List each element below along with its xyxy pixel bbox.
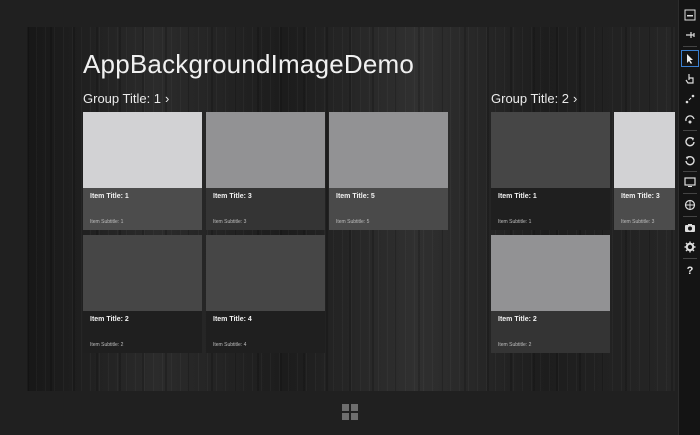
mouse-mode-icon[interactable] bbox=[681, 50, 699, 67]
item-image bbox=[83, 235, 202, 311]
screenshot-icon[interactable] bbox=[681, 219, 699, 236]
item-caption: Item Title: 2 Item Subtitle: 2 bbox=[83, 311, 202, 353]
app-screen: AppBackgroundImageDemo Group Title: 1 › G… bbox=[27, 27, 675, 391]
item-tile[interactable]: Item Title: 3 Item Subtitle: 3 bbox=[614, 112, 675, 230]
item-subtitle: Item Subtitle: 5 bbox=[336, 219, 370, 225]
pinch-zoom-icon[interactable] bbox=[681, 90, 699, 107]
minimize-icon[interactable] bbox=[681, 6, 699, 23]
item-tile[interactable]: Item Title: 1 Item Subtitle: 1 bbox=[491, 112, 610, 230]
rotate-counterclockwise-icon[interactable] bbox=[681, 151, 699, 168]
item-image bbox=[491, 112, 610, 188]
item-subtitle: Item Subtitle: 3 bbox=[213, 219, 247, 225]
help-icon[interactable]: ? bbox=[681, 262, 699, 279]
chevron-right-icon: › bbox=[165, 91, 170, 106]
item-title: Item Title: 1 bbox=[498, 193, 537, 200]
item-caption: Item Title: 2 Item Subtitle: 2 bbox=[491, 311, 610, 353]
item-image bbox=[206, 112, 325, 188]
item-title: Item Title: 2 bbox=[498, 316, 537, 323]
item-tile[interactable]: Item Title: 2 Item Subtitle: 2 bbox=[83, 235, 202, 353]
item-subtitle: Item Subtitle: 4 bbox=[213, 342, 247, 348]
item-image bbox=[491, 235, 610, 311]
item-title: Item Title: 1 bbox=[90, 193, 129, 200]
location-icon[interactable] bbox=[681, 196, 699, 213]
item-title: Item Title: 5 bbox=[336, 193, 375, 200]
simulator-device: AppBackgroundImageDemo Group Title: 1 › G… bbox=[0, 0, 700, 435]
item-title: Item Title: 4 bbox=[213, 316, 252, 323]
chevron-right-icon: › bbox=[573, 91, 578, 106]
windows-start-button[interactable] bbox=[342, 404, 358, 420]
item-tile[interactable]: Item Title: 3 Item Subtitle: 3 bbox=[206, 112, 325, 230]
group-header-2[interactable]: Group Title: 2 › bbox=[491, 91, 577, 106]
item-caption: Item Title: 1 Item Subtitle: 1 bbox=[83, 188, 202, 230]
pin-icon[interactable] bbox=[681, 26, 699, 43]
item-tile[interactable]: Item Title: 4 Item Subtitle: 4 bbox=[206, 235, 325, 353]
settings-icon[interactable] bbox=[681, 238, 699, 255]
simulator-toolbar: ? bbox=[678, 0, 700, 435]
page-title: AppBackgroundImageDemo bbox=[83, 49, 415, 79]
group-header-1[interactable]: Group Title: 1 › bbox=[83, 91, 169, 106]
touch-mode-icon[interactable] bbox=[681, 70, 699, 87]
item-title: Item Title: 2 bbox=[90, 316, 129, 323]
item-caption: Item Title: 3 Item Subtitle: 3 bbox=[614, 188, 675, 230]
resolution-icon[interactable] bbox=[681, 173, 699, 190]
item-caption: Item Title: 1 Item Subtitle: 1 bbox=[491, 188, 610, 230]
item-tile[interactable]: Item Title: 5 Item Subtitle: 5 bbox=[329, 112, 448, 230]
item-caption: Item Title: 3 Item Subtitle: 3 bbox=[206, 188, 325, 230]
item-image bbox=[206, 235, 325, 311]
item-title: Item Title: 3 bbox=[621, 193, 660, 200]
group-title-label: Group Title: 2 bbox=[491, 91, 570, 106]
group-title-label: Group Title: 1 bbox=[83, 91, 162, 106]
device-bezel-top bbox=[0, 0, 678, 27]
item-subtitle: Item Subtitle: 1 bbox=[90, 219, 124, 225]
device-bezel-bottom bbox=[0, 391, 678, 435]
item-title: Item Title: 3 bbox=[213, 193, 252, 200]
item-caption: Item Title: 5 Item Subtitle: 5 bbox=[329, 188, 448, 230]
device-bezel-left bbox=[0, 27, 27, 391]
item-subtitle: Item Subtitle: 1 bbox=[498, 219, 532, 225]
rotate-touch-icon[interactable] bbox=[681, 110, 699, 127]
item-caption: Item Title: 4 Item Subtitle: 4 bbox=[206, 311, 325, 353]
item-image bbox=[83, 112, 202, 188]
item-subtitle: Item Subtitle: 2 bbox=[498, 342, 532, 348]
item-image bbox=[329, 112, 448, 188]
item-image bbox=[614, 112, 675, 188]
item-subtitle: Item Subtitle: 3 bbox=[621, 219, 655, 225]
item-tile[interactable]: Item Title: 1 Item Subtitle: 1 bbox=[83, 112, 202, 230]
rotate-clockwise-icon[interactable] bbox=[681, 132, 699, 149]
item-tile[interactable]: Item Title: 2 Item Subtitle: 2 bbox=[491, 235, 610, 353]
item-subtitle: Item Subtitle: 2 bbox=[90, 342, 124, 348]
